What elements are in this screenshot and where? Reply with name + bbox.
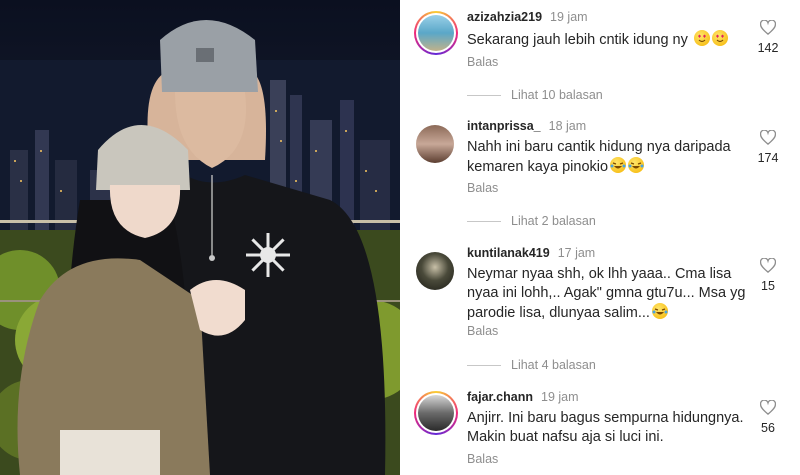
comment-time: 19 jam <box>541 390 579 404</box>
view-replies-button[interactable]: Lihat 4 balasan <box>467 357 596 373</box>
like-button[interactable]: 142 <box>754 20 782 55</box>
comment-username[interactable]: azizahzia219 <box>467 10 542 24</box>
like-count: 142 <box>757 41 779 55</box>
laughing-tears-emoji <box>628 157 645 173</box>
like-count: 174 <box>757 151 779 165</box>
comment-username[interactable]: kuntilanak419 <box>467 246 550 260</box>
comment-time: 17 jam <box>557 246 596 260</box>
avatar[interactable] <box>414 391 458 435</box>
reply-button[interactable]: Balas <box>467 452 498 466</box>
reply-button[interactable]: Balas <box>467 181 498 195</box>
comment-text: Anjirr. Ini baru bagus sempurna hidungny… <box>467 410 744 445</box>
like-button[interactable]: 174 <box>754 130 782 165</box>
comment-time: 18 jam <box>548 119 587 133</box>
comment-username[interactable]: fajar.chann <box>467 390 533 404</box>
comment-text: Nahh ini baru cantik hidung nya daripada… <box>467 139 731 175</box>
heart-icon <box>760 400 776 415</box>
view-replies-button[interactable]: Lihat 10 balasan <box>467 87 603 103</box>
couple-figures <box>17 20 386 475</box>
avatar[interactable] <box>416 252 454 290</box>
comment-time: 19 jam <box>550 10 588 24</box>
like-button[interactable]: 56 <box>754 400 782 435</box>
thread-line <box>467 220 501 222</box>
comment-text: Neymar nyaa shh, ok lhh yaaa.. Cma lisa … <box>467 266 746 321</box>
comments-panel: azizahzia219 19 jam Sekarang jauh lebih c… <box>400 0 800 475</box>
like-count: 15 <box>761 279 775 293</box>
thread-line <box>467 364 501 366</box>
like-button[interactable]: 15 <box>754 258 782 293</box>
view-replies-button[interactable]: Lihat 2 balasan <box>467 213 596 229</box>
post-photo <box>0 0 400 475</box>
comment-username[interactable]: intanprissa_ <box>467 119 541 133</box>
heart-icon <box>760 258 776 273</box>
laughing-tears-emoji <box>610 157 627 173</box>
reply-button[interactable]: Balas <box>467 55 498 69</box>
like-count: 56 <box>761 421 775 435</box>
avatar[interactable] <box>416 125 454 163</box>
comment-text: Sekarang jauh lebih cntik idung ny <box>467 30 752 50</box>
thread-line <box>467 94 501 96</box>
heart-eyes-emoji <box>693 30 710 46</box>
laughing-tears-emoji <box>651 303 668 319</box>
heart-eyes-emoji <box>711 30 728 46</box>
heart-icon <box>760 130 776 145</box>
reply-button[interactable]: Balas <box>467 324 498 338</box>
heart-icon <box>760 20 776 35</box>
avatar[interactable] <box>414 11 458 55</box>
